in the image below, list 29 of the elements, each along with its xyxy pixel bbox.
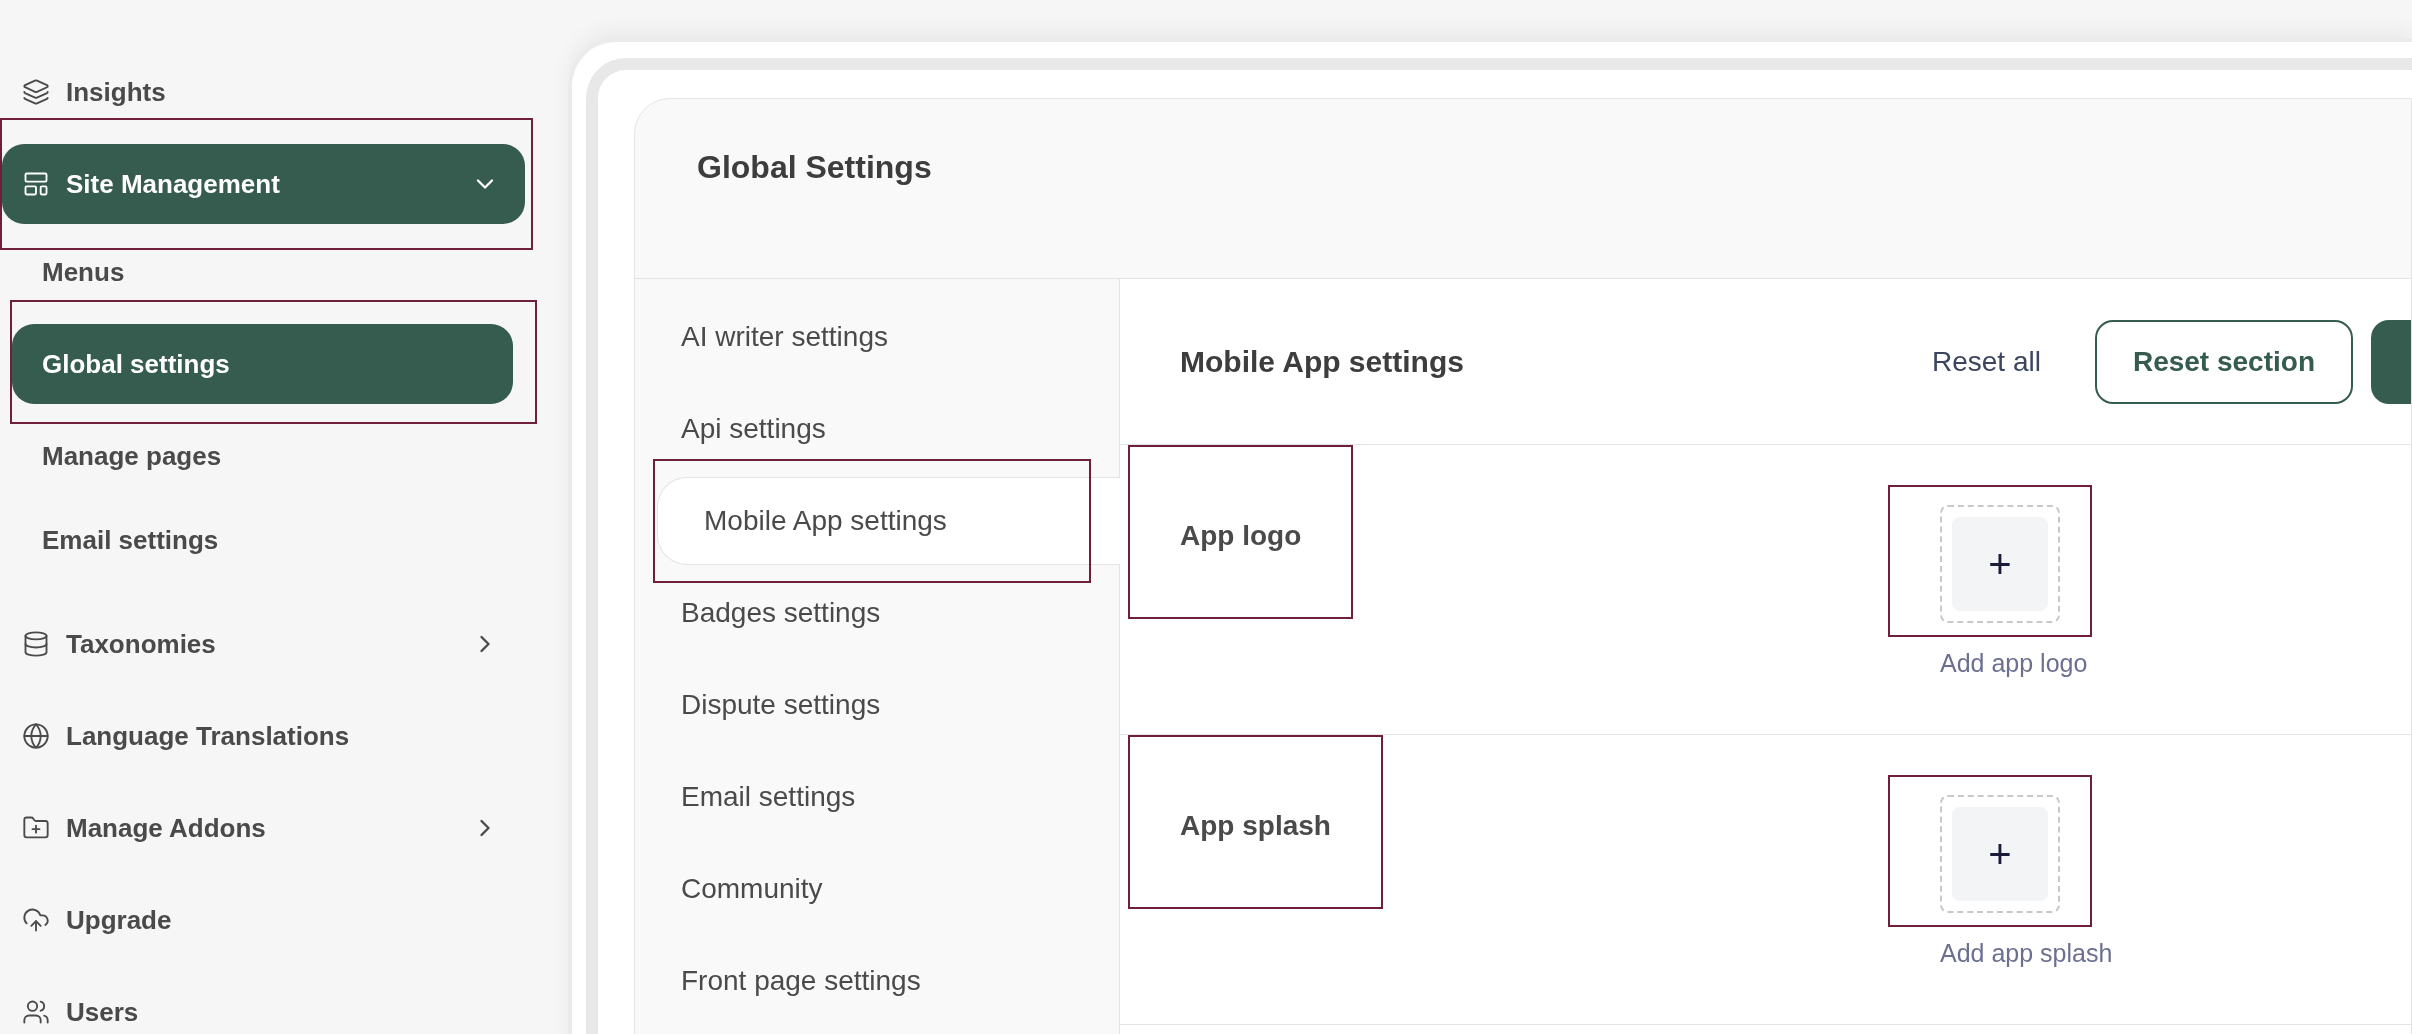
settings-nav-item[interactable]: Mobile App settings [657, 477, 1120, 565]
upload-caption: Add app splash [1940, 938, 2113, 969]
field-label: App splash [1180, 810, 1331, 841]
submenu-item[interactable]: Global settings [12, 324, 513, 404]
upload-box[interactable]: + [1940, 795, 2060, 913]
submenu-item[interactable]: Manage pages [12, 416, 513, 496]
settings-nav-item[interactable]: AI writer settings [635, 311, 1119, 363]
settings-nav-item[interactable]: Email settings [635, 771, 1119, 823]
reset-all-link[interactable]: Reset all [1932, 340, 2041, 383]
sidebar-item[interactable]: Users [2, 972, 525, 1034]
settings-nav-item[interactable]: Front page settings [635, 955, 1119, 1007]
sidebar-item[interactable]: Site Management [2, 144, 525, 224]
sidebar-item[interactable]: Taxonomies [2, 604, 525, 684]
page-title: Global Settings [697, 149, 932, 185]
submenu-item[interactable]: Menus [12, 232, 513, 312]
section-title: Mobile App settings [1180, 344, 1465, 380]
sidebar-item[interactable]: Language Translations [2, 696, 525, 776]
settings-nav-item[interactable]: Dispute settings [635, 679, 1119, 731]
upload-box[interactable]: + [1940, 505, 2060, 623]
submenu-item[interactable]: Email settings [12, 500, 513, 580]
settings-nav-item[interactable]: Api settings [635, 403, 1119, 455]
settings-nav-item[interactable]: Community [635, 863, 1119, 915]
upload-caption: Add app logo [1940, 648, 2088, 679]
sidebar-item[interactable]: Insights [2, 52, 525, 132]
sidebar-item[interactable]: Upgrade [2, 880, 525, 960]
sidebar-item[interactable]: Manage Addons [2, 788, 525, 868]
settings-nav-item[interactable]: Badges settings [635, 587, 1119, 639]
reset-section-button[interactable]: Reset section [2094, 319, 2353, 404]
field-label: App logo [1180, 520, 1302, 551]
